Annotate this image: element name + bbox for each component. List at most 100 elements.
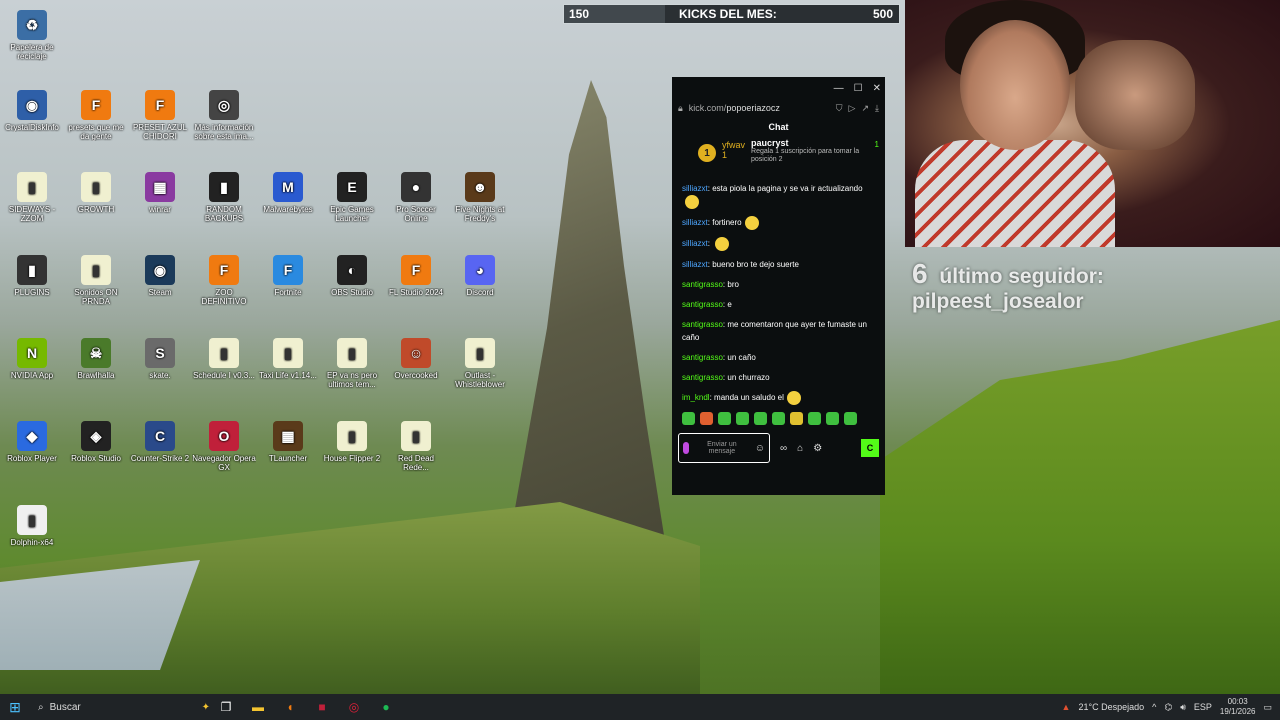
emote-icon[interactable] <box>682 412 695 425</box>
app-icon: ▮ <box>81 255 111 285</box>
desktop-icon[interactable]: ◈ Roblox Studio <box>64 421 128 463</box>
chat-username[interactable]: santigrasso <box>682 280 723 289</box>
infinity-icon[interactable]: ∞ <box>780 443 787 454</box>
chat-username[interactable]: silliazxt <box>682 184 708 193</box>
emote-icon[interactable] <box>700 412 713 425</box>
share-icon[interactable]: ↗ <box>861 103 869 114</box>
send-button[interactable]: C <box>861 439 879 457</box>
shield-icon[interactable]: ⛉ <box>836 103 843 114</box>
emote-icon[interactable] <box>718 412 731 425</box>
emote-icon[interactable] <box>826 412 839 425</box>
desktop-icon-label: winrar <box>149 205 171 214</box>
gifter-name[interactable]: yfwav 1 <box>722 140 745 160</box>
desktop-icon[interactable]: M Malwarebytes <box>256 172 320 214</box>
emote-icon[interactable] <box>790 412 803 425</box>
desktop-icon[interactable]: F PRESET AZUL CHIDORI <box>128 90 192 141</box>
address-bar[interactable]: 🔒︎ kick.com/popoeriazocz ⛉ ▷ ↗ ⤓ <box>672 99 885 117</box>
emote-icon[interactable] <box>844 412 857 425</box>
desktop-icon[interactable]: ▮ RANDOM BACKUPS <box>192 172 256 223</box>
chat-title: Chat <box>768 122 789 132</box>
lang-label[interactable]: ESP <box>1194 702 1212 712</box>
notifications-icon[interactable]: ▭ <box>1263 702 1272 713</box>
desktop-icon[interactable]: ◉ CrystalDiskInfo <box>0 90 64 132</box>
weather-text[interactable]: 21°C Despejado <box>1078 702 1144 712</box>
chat-username[interactable]: santigrasso <box>682 320 723 329</box>
desktop-icon[interactable]: ▮ GROWTH <box>64 172 128 214</box>
chat-username[interactable]: silliazxt <box>682 239 708 248</box>
play-icon[interactable]: ▷ <box>849 103 856 114</box>
desktop-icon-label: TLauncher <box>268 454 308 463</box>
weather-icon[interactable]: ▲ <box>1062 702 1071 712</box>
desktop-icon[interactable]: ☺ Overcooked <box>384 338 448 380</box>
minimize-icon[interactable]: — <box>834 83 844 94</box>
desktop-icon[interactable]: ♻ Papelera de reciclaje <box>0 10 64 61</box>
obs-taskbar-icon[interactable]: ■ <box>306 700 338 714</box>
desktop-icon[interactable]: ◎ Más información sobre esta ima... <box>192 90 256 141</box>
gift-icon[interactable]: ⌂ <box>797 443 803 454</box>
opera-gx-icon[interactable]: ◖ <box>274 700 306 714</box>
chat-input[interactable]: Enviar un mensaje ☺ <box>678 433 770 463</box>
desktop-icon[interactable]: ▮ Taxi Life v1.14... <box>256 338 320 380</box>
chat-username[interactable]: silliazxt <box>682 260 708 269</box>
volume-icon[interactable]: 🔊︎ <box>1180 702 1186 713</box>
desktop-icon[interactable]: E Epic Games Launcher <box>320 172 384 223</box>
settings-icon[interactable]: ⚙ <box>813 443 822 454</box>
download-icon[interactable]: ⤓ <box>875 103 879 114</box>
desktop-icon[interactable]: ▮ PLUGINS <box>0 255 64 297</box>
emote-icon[interactable] <box>754 412 767 425</box>
desktop-icon-label: Navegador Opera GX <box>192 454 256 472</box>
file-explorer-icon[interactable]: ▬ <box>242 700 274 714</box>
opera-taskbar-icon[interactable]: ◎ <box>338 700 370 714</box>
desktop-icon[interactable]: ◐ OBS Studio <box>320 255 384 297</box>
chat-text: bueno bro te dejo suerte <box>712 260 799 269</box>
desktop-icon[interactable]: ☻ Five Nights at Freddy's <box>448 172 512 223</box>
network-icon[interactable]: ⌬ <box>1164 702 1172 713</box>
pinned-username[interactable]: paucryst <box>751 138 869 148</box>
desktop-icon[interactable]: ▮ Red Dead Rede... <box>384 421 448 472</box>
desktop-icon[interactable]: N NVIDIA App <box>0 338 64 380</box>
desktop-icon[interactable]: ▦ TLauncher <box>256 421 320 463</box>
task-view-icon[interactable]: ❐ <box>210 700 242 714</box>
spotify-icon[interactable]: ● <box>370 700 402 714</box>
emote-icon[interactable] <box>772 412 785 425</box>
desktop-icon[interactable]: ▮ Schedule I v0.3... <box>192 338 256 380</box>
desktop-icon[interactable]: ▮ Outlast - Whistleblower <box>448 338 512 389</box>
chat-username[interactable]: santigrasso <box>682 300 723 309</box>
emoji-picker-icon[interactable]: ☺ <box>755 443 765 454</box>
desktop-icon[interactable]: ☠ Brawlhalla <box>64 338 128 380</box>
desktop-icon[interactable]: F FL Studio 2024 <box>384 255 448 297</box>
desktop-icon[interactable]: ● Pro Soccer Online <box>384 172 448 223</box>
chevron-up-icon[interactable]: ^ <box>1152 702 1156 712</box>
desktop-icon[interactable]: ▮ SIDEWAYS - ZZOM <box>0 172 64 223</box>
desktop-icon[interactable]: ▮ Dolphin-x64 <box>0 505 64 547</box>
clock-date: 19/1/2026 <box>1219 707 1256 716</box>
chat-input-placeholder: Enviar un mensaje <box>707 441 737 455</box>
desktop-icon[interactable]: ▮ House Flipper 2 <box>320 421 384 463</box>
desktop-icon[interactable]: C Counter-Strike 2 <box>128 421 192 463</box>
chat-username[interactable]: silliazxt <box>682 218 708 227</box>
desktop-icon[interactable]: O Navegador Opera GX <box>192 421 256 472</box>
chat-username[interactable]: santigrasso <box>682 353 723 362</box>
emote-icon[interactable] <box>808 412 821 425</box>
desktop-icon[interactable]: ◆ Roblox Player <box>0 421 64 463</box>
taskbar-search[interactable]: ⌕ Buscar ✦ <box>30 696 210 718</box>
clock[interactable]: 00:03 19/1/2026 <box>1220 697 1256 717</box>
mic-icon[interactable] <box>683 442 689 454</box>
chat-username[interactable]: im_kndl <box>682 393 710 402</box>
desktop-icon[interactable]: ◕ Discord <box>448 255 512 297</box>
desktop-icon[interactable]: ▮ EP va ns pero ultimos tem... <box>320 338 384 389</box>
desktop-icon[interactable]: Sskate. <box>128 338 192 380</box>
windows-start-icon[interactable]: ⊞ <box>0 699 30 716</box>
desktop-icon[interactable]: Fpresets que me da gente <box>64 90 128 141</box>
url-text[interactable]: kick.com/popoeriazocz <box>689 103 830 113</box>
close-icon[interactable]: ✕ <box>873 83 881 94</box>
chat-username[interactable]: santigrasso <box>682 373 723 382</box>
desktop-icon[interactable]: F Fortnite <box>256 255 320 297</box>
desktop-icon[interactable]: ◉ Steam <box>128 255 192 297</box>
desktop-icon[interactable]: ▮ Sonidos ON PRNDA <box>64 255 128 306</box>
desktop-icon[interactable]: ▦ winrar <box>128 172 192 214</box>
desktop-icon[interactable]: F ZOO DEFINITIVO <box>192 255 256 306</box>
emote-icon[interactable] <box>736 412 749 425</box>
app-icon: O <box>209 421 239 451</box>
maximize-icon[interactable]: ☐ <box>854 83 863 94</box>
